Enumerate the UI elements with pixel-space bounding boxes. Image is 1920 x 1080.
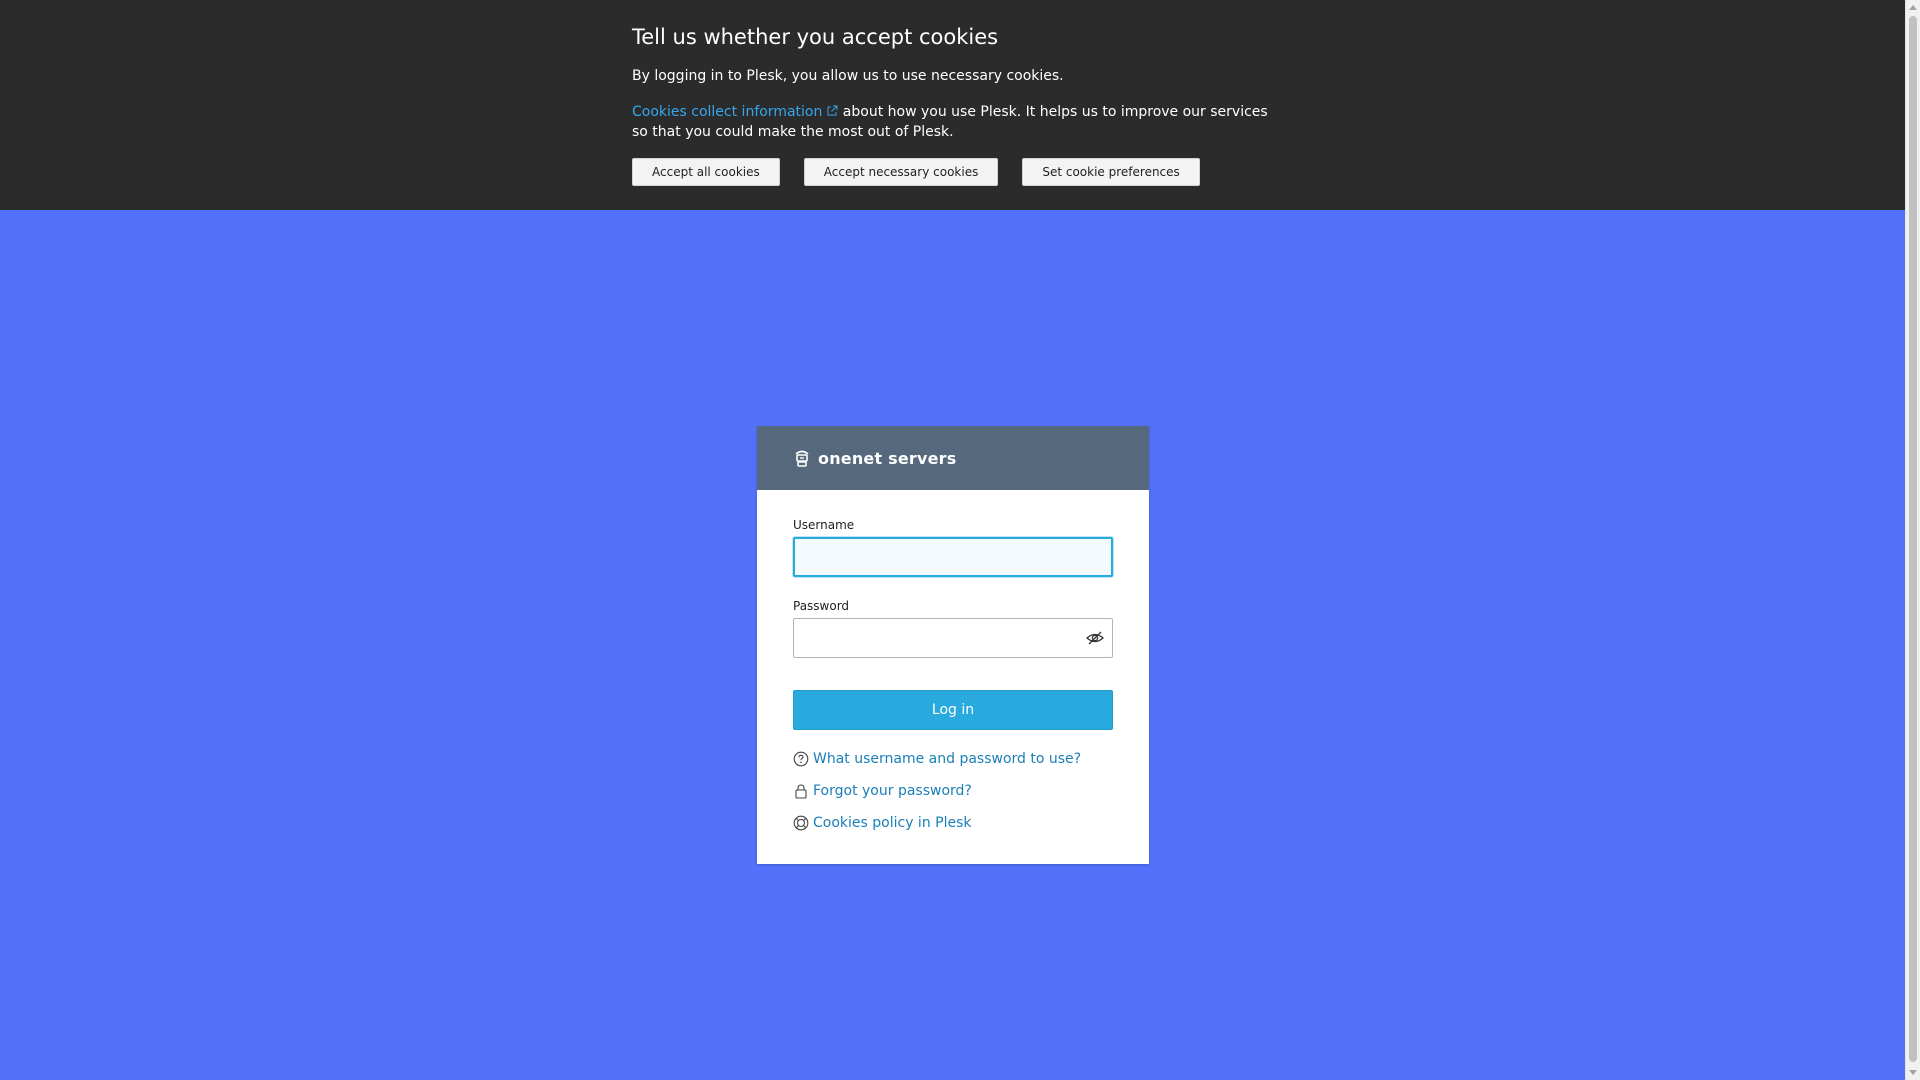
username-label: Username xyxy=(793,518,855,532)
question-circle-icon xyxy=(793,751,809,767)
login-button[interactable]: Log in xyxy=(793,690,1113,730)
username-field-wrap xyxy=(793,537,1113,577)
cookies-collect-information-link[interactable]: Cookies collect information xyxy=(632,104,838,120)
cookie-banner-text: By logging in to Plesk, you allow us to … xyxy=(632,68,1064,84)
scrollbar-thumb[interactable] xyxy=(1909,16,1917,1062)
scroll-up-arrow-icon[interactable] xyxy=(1909,5,1917,10)
cookie-banner-info: Cookies collect information about how yo… xyxy=(632,102,1282,142)
cookie-banner-content: Tell us whether you accept cookies By lo… xyxy=(632,22,1282,186)
accept-necessary-cookies-button[interactable]: Accept necessary cookies xyxy=(803,158,999,186)
brand-name: onenet servers xyxy=(818,448,957,468)
cookies-policy-link-row: Cookies policy in Plesk xyxy=(793,814,1113,832)
password-label: Password xyxy=(793,599,850,613)
cookie-banner-title: Tell us whether you accept cookies xyxy=(632,25,999,49)
set-cookie-preferences-button[interactable]: Set cookie preferences xyxy=(1022,158,1200,186)
login-header: onenet servers xyxy=(757,426,1149,490)
forgot-password-link[interactable]: Forgot your password? xyxy=(813,783,972,799)
vertical-scrollbar[interactable] xyxy=(1905,0,1920,1080)
password-input[interactable] xyxy=(793,618,1113,658)
accept-all-cookies-button[interactable]: Accept all cookies xyxy=(632,158,780,186)
login-form: Username Password Log in What username a… xyxy=(757,490,1149,832)
cookie-banner: Tell us whether you accept cookies By lo… xyxy=(0,0,1905,210)
lock-icon xyxy=(795,784,807,799)
username-input[interactable] xyxy=(793,537,1113,577)
forgot-link-row: Forgot your password? xyxy=(793,782,1113,800)
help-link-row: What username and password to use? xyxy=(793,750,1113,768)
eye-slash-icon[interactable] xyxy=(1085,628,1105,648)
help-links: What username and password to use? Forgo… xyxy=(793,750,1113,832)
cookie-buttons: Accept all cookies Accept necessary cook… xyxy=(632,158,1282,186)
scroll-down-arrow-icon[interactable] xyxy=(1909,1070,1917,1075)
password-field-wrap xyxy=(793,618,1113,658)
username-password-help-link[interactable]: What username and password to use? xyxy=(813,751,1081,767)
login-card: onenet servers Username Password Log in xyxy=(757,426,1149,864)
cookies-collect-information-label: Cookies collect information xyxy=(632,104,823,120)
logo-icon xyxy=(795,450,809,467)
globe-icon xyxy=(793,815,809,831)
external-link-icon xyxy=(827,105,838,116)
cookies-policy-link[interactable]: Cookies policy in Plesk xyxy=(813,815,971,831)
